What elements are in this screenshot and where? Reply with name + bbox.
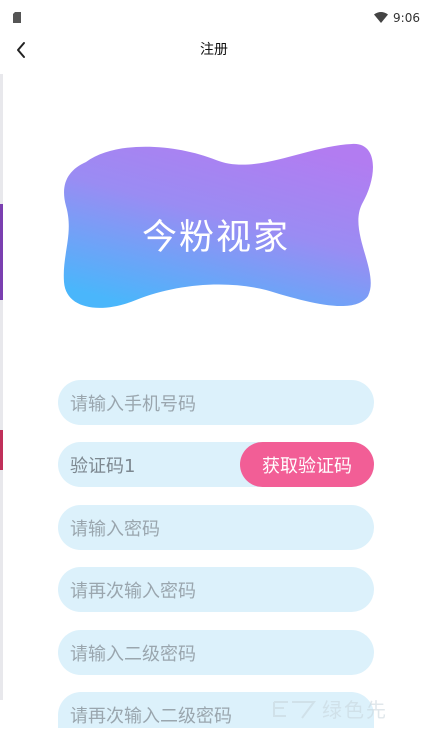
verification-code-value: 验证码1: [70, 455, 136, 477]
edge-strip-mid: [0, 300, 3, 430]
phone-input[interactable]: 请输入手机号码: [58, 380, 374, 425]
edge-strip-bottom: [0, 470, 3, 700]
edge-strip-top: [0, 74, 3, 204]
confirm-password-input[interactable]: 请再次输入密码: [58, 567, 374, 612]
verification-code-input[interactable]: 验证码1 获取验证码: [58, 442, 374, 487]
watermark: 绿色先: [272, 694, 388, 723]
wifi-icon: [374, 12, 388, 23]
secondary-password-placeholder: 请输入二级密码: [70, 643, 196, 665]
edge-strip-red: [0, 430, 3, 470]
get-code-button[interactable]: 获取验证码: [240, 442, 374, 487]
watermark-logo-icon: [273, 700, 316, 719]
status-bar: 9:06: [0, 0, 428, 36]
secondary-password-input[interactable]: 请输入二级密码: [58, 630, 374, 675]
confirm-password-placeholder: 请再次输入密码: [70, 580, 196, 602]
phone-placeholder: 请输入手机号码: [70, 393, 196, 415]
password-placeholder: 请输入密码: [70, 518, 160, 540]
watermark-text: 绿色先: [322, 698, 388, 722]
page-title: 注册: [200, 42, 228, 58]
edge-strip-purple: [0, 204, 3, 300]
confirm-secondary-password-placeholder: 请再次输入二级密码: [70, 706, 232, 727]
logo-text: 今粉视家: [141, 217, 290, 258]
register-screen: 9:06 注册 今粉视家 请输入手机号码 验证码1 获取验证码 请输入密码 请再…: [0, 0, 428, 746]
status-time: 9:06: [393, 11, 420, 25]
sim-card-icon: [13, 12, 21, 23]
password-input[interactable]: 请输入密码: [58, 505, 374, 550]
app-logo: 今粉视家: [56, 140, 376, 312]
